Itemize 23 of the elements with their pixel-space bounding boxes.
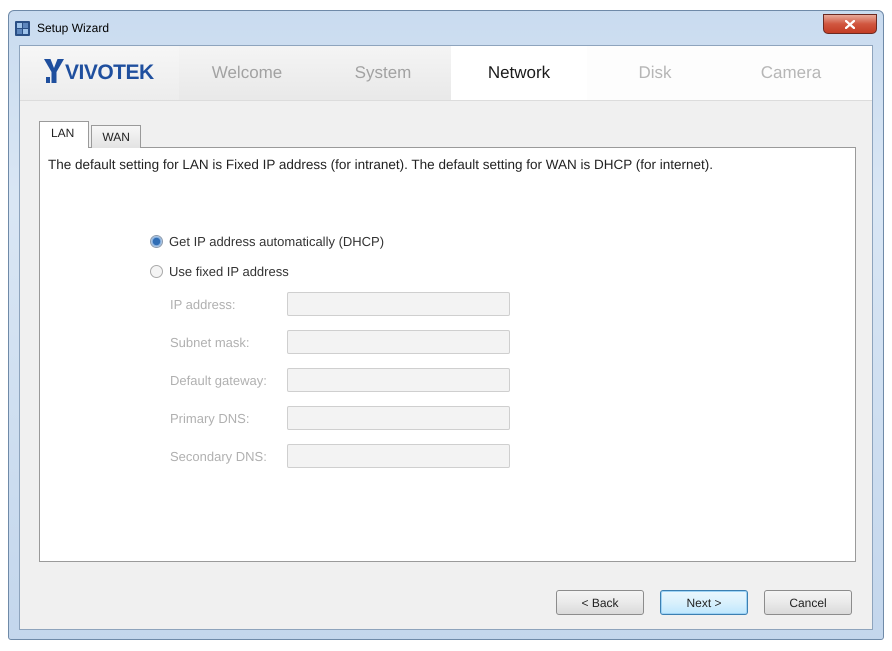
wizard-button[interactable]: Next > bbox=[660, 590, 748, 615]
wizard-step: Welcome bbox=[179, 46, 315, 100]
field-label: Subnet mask: bbox=[170, 334, 250, 350]
radio-button[interactable] bbox=[150, 234, 163, 248]
radio-label[interactable]: Use fixed IP address bbox=[169, 264, 289, 278]
radio-label[interactable]: Get IP address automatically (DHCP) bbox=[169, 234, 384, 248]
logo-text: VIVOTEK bbox=[65, 61, 154, 85]
field-label: IP address: bbox=[170, 296, 237, 312]
wizard-button[interactable]: < Back bbox=[556, 590, 644, 615]
wizard-button[interactable]: Cancel bbox=[764, 590, 852, 615]
logo-mark-icon bbox=[44, 58, 64, 84]
close-icon bbox=[845, 20, 855, 28]
tab[interactable]: LAN bbox=[39, 121, 90, 148]
field-label: Primary DNS: bbox=[170, 410, 250, 426]
tab[interactable]: WAN bbox=[91, 125, 141, 148]
wizard-step: System bbox=[315, 46, 451, 100]
radio-button[interactable] bbox=[150, 264, 163, 278]
description-text: The default setting for LAN is Fixed IP address (for intranet). The default setting for WAN is DHCP (for internet). bbox=[48, 157, 714, 172]
window-title: Setup Wizard bbox=[37, 21, 110, 35]
field-label: Default gateway: bbox=[170, 372, 268, 388]
close-button[interactable] bbox=[823, 14, 877, 34]
field-label: Secondary DNS: bbox=[170, 448, 268, 464]
window-icon bbox=[15, 20, 30, 36]
